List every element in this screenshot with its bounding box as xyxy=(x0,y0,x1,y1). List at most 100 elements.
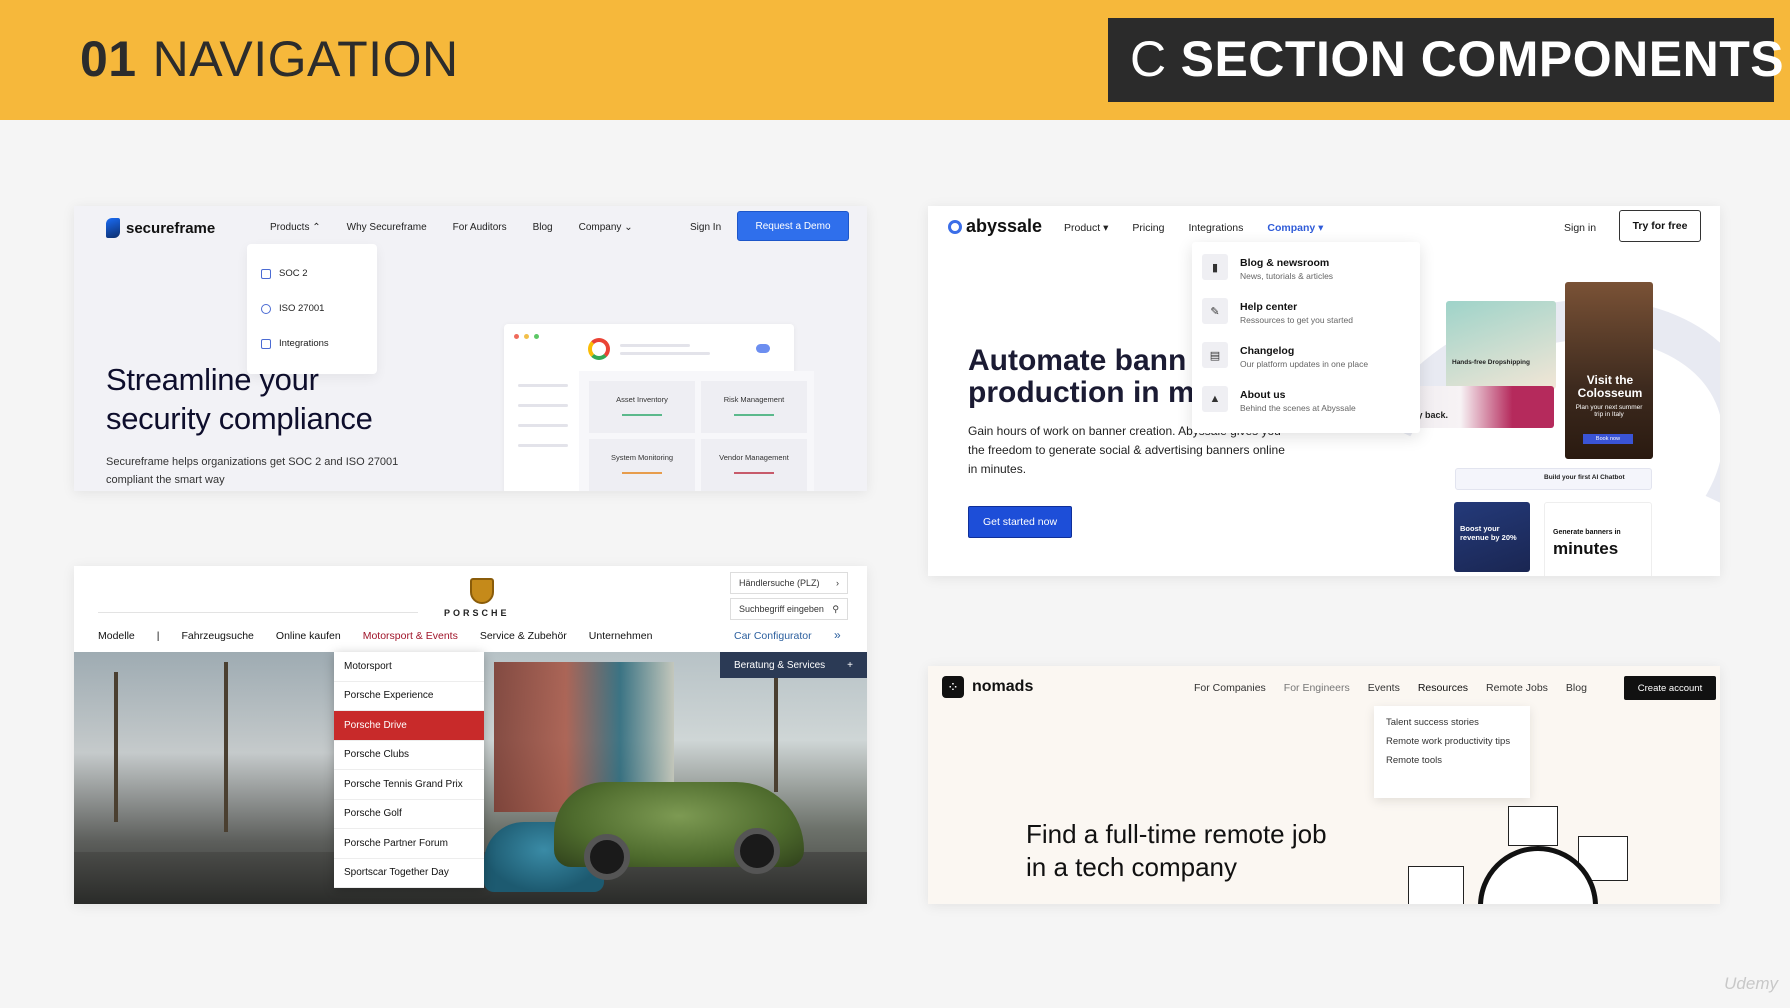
ab-nav-product[interactable]: Product ▾ xyxy=(1064,222,1108,234)
porsche-wordmark: PORSCHE xyxy=(444,608,510,618)
abyssale-logo[interactable]: abyssale xyxy=(948,216,1042,237)
ad-minutes-text: minutes xyxy=(1553,539,1619,558)
sf-dropdown-integrations[interactable]: Integrations xyxy=(261,326,363,361)
sf-card-label: Vendor Management xyxy=(719,453,789,462)
ad-minutes-pre: Generate banners in xyxy=(1553,529,1621,536)
po-nav-service[interactable]: Service & Zubehör xyxy=(480,630,567,642)
po-dropdown-item[interactable]: Porsche Clubs xyxy=(334,741,484,770)
double-chevron-icon[interactable]: » xyxy=(834,628,841,642)
sf-dropdown-label: SOC 2 xyxy=(279,268,308,279)
porsche-crest-icon[interactable] xyxy=(470,578,494,604)
sf-dropdown-label: ISO 27001 xyxy=(279,303,325,314)
sf-nav-company-label: Company xyxy=(578,222,622,233)
ab-dropdown-title: About us xyxy=(1240,389,1286,401)
sf-card-label: System Monitoring xyxy=(610,453,674,462)
no-nav-blog[interactable]: Blog xyxy=(1566,682,1587,694)
ab-dropdown-blog[interactable]: ▮ Blog & newsroom News, tutorials & artic… xyxy=(1202,254,1410,298)
po-dropdown-item[interactable]: Porsche Tennis Grand Prix xyxy=(334,770,484,800)
sf-card: Vendor Management xyxy=(701,439,807,491)
sf-dropdown-soc2[interactable]: SOC 2 xyxy=(261,256,363,291)
ab-nav-company[interactable]: Company ▾ xyxy=(1267,222,1323,234)
sf-nav-blog[interactable]: Blog xyxy=(533,222,553,233)
nomads-nav: For Companies For Engineers Events Resou… xyxy=(1194,682,1587,694)
ad-boost-text: Boost your revenue by 20% xyxy=(1460,524,1517,542)
ad-chatbot-text: Build your first AI Chatbot xyxy=(1544,474,1625,481)
wheel xyxy=(584,834,630,880)
section-name: NAVIGATION xyxy=(152,31,459,87)
no-dropdown-item[interactable]: Remote work productivity tips xyxy=(1386,735,1518,748)
chevron-down-icon: ▾ xyxy=(1318,222,1324,234)
po-dropdown-item-selected[interactable]: Porsche Drive xyxy=(334,711,484,741)
no-nav-events[interactable]: Events xyxy=(1368,682,1400,694)
abyssale-logo-icon xyxy=(948,219,962,234)
ab-dropdown-about[interactable]: ▲ About us Behind the scenes at Abyssale xyxy=(1202,386,1410,430)
po-dropdown-item[interactable]: Porsche Partner Forum xyxy=(334,829,484,859)
grid-icon xyxy=(261,268,271,279)
check-circle-icon xyxy=(261,303,271,314)
ab-company-dropdown: ▮ Blog & newsroom News, tutorials & artic… xyxy=(1192,242,1420,433)
ab-dropdown-sub: News, tutorials & articles xyxy=(1240,271,1334,281)
no-nav-companies[interactable]: For Companies xyxy=(1194,682,1266,694)
secureframe-panel: secureframe Products ⌃ Why Secureframe F… xyxy=(74,206,867,491)
po-dropdown-item[interactable]: Motorsport xyxy=(334,652,484,682)
ab-get-started-button[interactable]: Get started now xyxy=(968,506,1072,538)
po-nav-separator: | xyxy=(156,630,160,642)
po-car-configurator-link[interactable]: Car Configurator xyxy=(734,630,812,642)
no-nav-remote-jobs[interactable]: Remote Jobs xyxy=(1486,682,1548,694)
po-beratung-button[interactable]: Beratung & Services + xyxy=(720,652,867,678)
po-dropdown-item[interactable]: Porsche Experience xyxy=(334,682,484,711)
nomads-logo-text: nomads xyxy=(972,678,1034,695)
sf-nav-auditors[interactable]: For Auditors xyxy=(453,222,507,233)
po-nav-motorsport[interactable]: Motorsport & Events xyxy=(363,630,458,642)
sf-dropdown-label: Integrations xyxy=(279,338,329,349)
porsche-header: PORSCHE Händlersuche (PLZ) › Suchbegriff … xyxy=(74,566,867,652)
chapter-title: C SECTION COMPONENTS xyxy=(1108,18,1784,102)
sf-request-demo-button[interactable]: Request a Demo xyxy=(737,211,849,241)
chevron-down-icon: ⌄ xyxy=(624,222,633,233)
ad-book-button: Book now xyxy=(1583,434,1633,444)
no-dropdown-item[interactable]: Remote tools xyxy=(1386,754,1518,767)
abyssale-panel: abyssale Product ▾ Pricing Integrations … xyxy=(928,206,1720,576)
sf-nav-company[interactable]: Company ⌄ xyxy=(579,222,633,233)
chapter-letter: C xyxy=(1130,31,1167,87)
ab-dropdown-sub: Ressources to get you started xyxy=(1240,315,1353,325)
toggle-icon xyxy=(756,344,770,353)
no-nav-engineers[interactable]: For Engineers xyxy=(1284,682,1350,694)
ab-nav-pricing[interactable]: Pricing xyxy=(1132,222,1164,234)
no-dropdown-item[interactable]: Talent success stories xyxy=(1386,716,1518,729)
nomads-panel: ⁘ nomads For Companies For Engineers Eve… xyxy=(928,666,1720,904)
sf-cards-area: Asset Inventory Risk Management System M… xyxy=(579,371,814,491)
palm-tree xyxy=(114,672,118,822)
po-nav-modelle[interactable]: Modelle xyxy=(98,630,135,642)
sf-headline: Streamline your security compliance xyxy=(106,360,373,438)
po-dropdown-item[interactable]: Sportscar Together Day xyxy=(334,859,484,888)
sf-nav-products[interactable]: Products ⌃ xyxy=(270,222,321,233)
integrations-icon xyxy=(261,338,271,349)
sf-signin-link[interactable]: Sign In xyxy=(690,222,721,233)
po-search-input[interactable]: Suchbegriff eingeben ⚲ xyxy=(730,598,848,620)
po-nav-fahrzeugsuche[interactable]: Fahrzeugsuche xyxy=(182,630,254,642)
ab-signin-link[interactable]: Sign in xyxy=(1564,222,1596,234)
sf-nav-why[interactable]: Why Secureframe xyxy=(347,222,427,233)
divider xyxy=(98,612,418,613)
po-nav-unternehmen[interactable]: Unternehmen xyxy=(589,630,653,642)
po-nav-online[interactable]: Online kaufen xyxy=(276,630,341,642)
ab-headline-line2: production in m xyxy=(968,376,1195,409)
po-dealer-search[interactable]: Händlersuche (PLZ) › xyxy=(730,572,848,594)
sf-headline-line1: Streamline your xyxy=(106,362,319,397)
ab-nav-integrations[interactable]: Integrations xyxy=(1189,222,1244,234)
ab-try-free-button[interactable]: Try for free xyxy=(1619,210,1701,242)
po-dropdown-item[interactable]: Porsche Golf xyxy=(334,800,484,829)
sf-dropdown-iso[interactable]: ISO 27001 xyxy=(261,291,363,326)
ab-dropdown-help[interactable]: ✎ Help center Ressources to get you start… xyxy=(1202,298,1410,342)
ab-dropdown-changelog[interactable]: ▤ Changelog Our platform updates in one p… xyxy=(1202,342,1410,386)
sf-card-label: Asset Inventory xyxy=(616,395,668,404)
ad-boost: Boost your revenue by 20% xyxy=(1454,502,1530,572)
sf-card: Asset Inventory xyxy=(589,381,695,433)
no-nav-resources[interactable]: Resources xyxy=(1418,682,1468,694)
nomads-logo[interactable]: ⁘ nomads xyxy=(942,676,1033,698)
po-beratung-label: Beratung & Services xyxy=(734,659,826,671)
no-create-account-button[interactable]: Create account xyxy=(1624,676,1716,700)
secureframe-logo[interactable]: secureframe xyxy=(106,218,215,238)
ab-dropdown-sub: Our platform updates in one place xyxy=(1240,359,1369,369)
